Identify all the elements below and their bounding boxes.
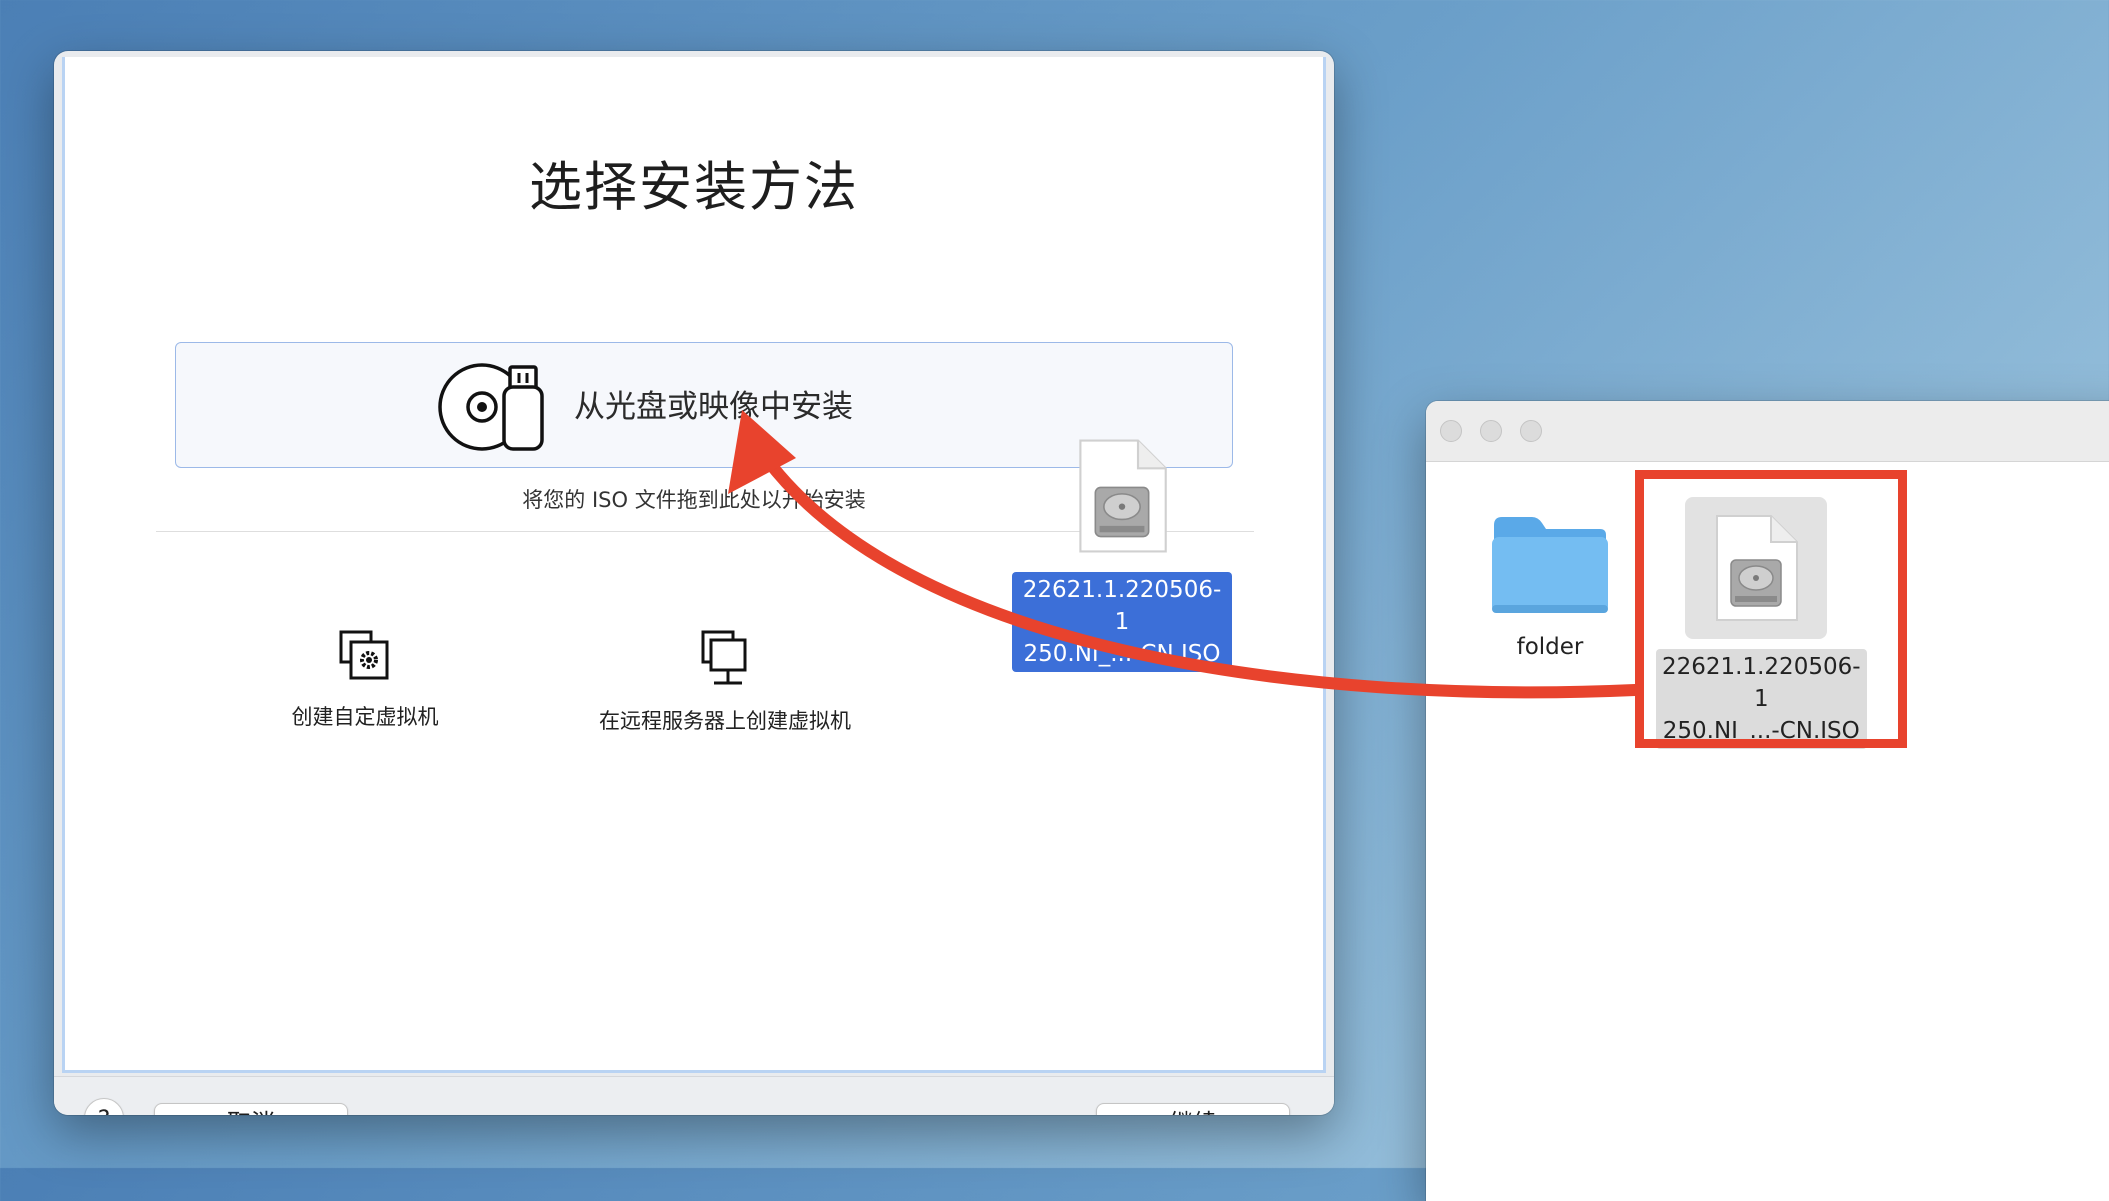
folder-icon xyxy=(1492,517,1608,613)
dragged-file-name-line-1: 22621.1.220506-1 xyxy=(1022,577,1222,635)
page-title: 选择安装方法 xyxy=(529,157,859,218)
finder-close-button[interactable] xyxy=(1440,420,1462,442)
create-custom-vm-button[interactable]: 创建自定虚拟机 xyxy=(245,629,485,731)
finder-folder-name: folder xyxy=(1516,634,1584,660)
finder-zoom-button[interactable] xyxy=(1520,420,1542,442)
finder-folder-item[interactable]: folder xyxy=(1480,511,1620,663)
continue-button[interactable]: 继续 xyxy=(1096,1103,1290,1115)
create-remote-vm-button[interactable]: 在远程服务器上创建虚拟机 xyxy=(565,629,885,735)
install-option-label: 从光盘或映像中安装 xyxy=(574,389,853,425)
create-custom-vm-label: 创建自定虚拟机 xyxy=(291,705,439,729)
dragged-iso-file[interactable]: 22621.1.220506-1 250.NI_...-CN.ISO xyxy=(1012,434,1232,672)
highlight-box xyxy=(1635,470,1907,748)
cancel-button[interactable]: 取消 xyxy=(154,1103,348,1115)
dragged-file-name: 22621.1.220506-1 250.NI_...-CN.ISO xyxy=(1012,572,1232,672)
custom-vm-icon xyxy=(339,630,389,680)
disc-usb-icon xyxy=(438,363,544,451)
disk-image-icon xyxy=(1079,439,1167,553)
create-remote-vm-label: 在远程服务器上创建虚拟机 xyxy=(599,709,851,733)
finder-minimize-button[interactable] xyxy=(1480,420,1502,442)
dragged-file-name-line-2: 250.NI_...-CN.ISO xyxy=(1023,641,1221,667)
finder-titlebar xyxy=(1426,401,2109,462)
remote-vm-icon xyxy=(701,630,747,685)
